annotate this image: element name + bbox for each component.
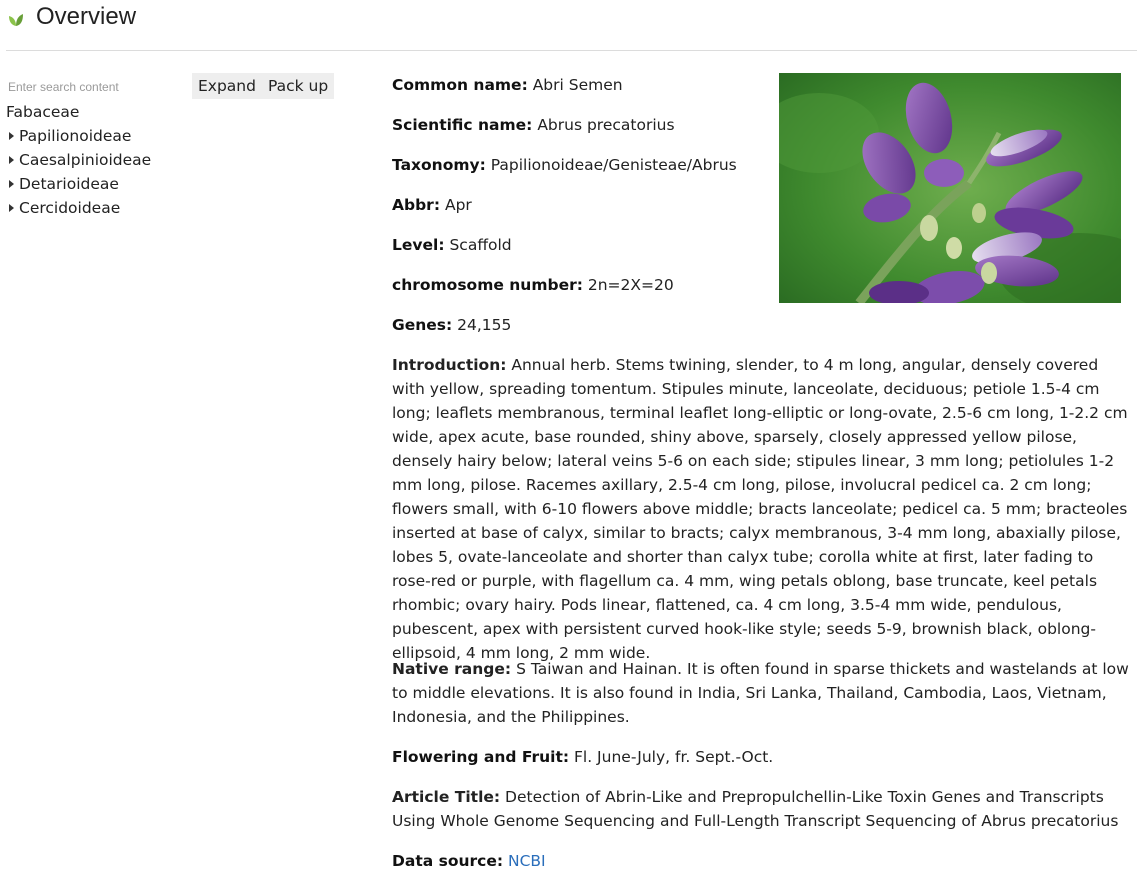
tree-item-label: Detarioideae: [19, 175, 119, 193]
expand-button[interactable]: Expand: [198, 73, 256, 99]
caret-right-icon: [9, 180, 14, 188]
tree-item-caesalpinioideae[interactable]: Caesalpinioideae: [6, 148, 186, 172]
taxonomy-tree: Fabaceae Papilionoideae Caesalpinioideae…: [6, 100, 186, 220]
scientific-name-value: Abrus precatorius: [537, 116, 675, 134]
field-label: chromosome number:: [392, 276, 583, 294]
tree-item-label: Papilionoideae: [19, 127, 132, 145]
genes-value: 24,155: [457, 316, 512, 334]
species-photo: [779, 73, 1121, 303]
introduction-text: Annual herb. Stems twining, slender, to …: [392, 356, 1128, 662]
field-label: Abbr:: [392, 196, 441, 214]
field-label: Flowering and Fruit:: [392, 748, 570, 766]
abbr-value: Apr: [444, 196, 472, 214]
field-label: Level:: [392, 236, 445, 254]
taxonomy-value: Papilionoideae/Genisteae/Abrus: [490, 156, 737, 174]
tree-item-detarioideae[interactable]: Detarioideae: [6, 172, 186, 196]
field-label: Native range:: [392, 660, 512, 678]
flowering-row: Flowering and Fruit: Fl. June-July, fr. …: [392, 745, 773, 769]
field-label: Introduction:: [392, 356, 507, 374]
leaf-icon: [9, 14, 23, 26]
article-title-text: Detection of Abrin-Like and Prepropulche…: [392, 788, 1119, 830]
chromosome-row: chromosome number: 2n=2X=20: [392, 273, 674, 297]
flowering-value: Fl. June-July, fr. Sept.-Oct.: [573, 748, 774, 766]
field-label: Article Title:: [392, 788, 501, 806]
abbr-row: Abbr: Apr: [392, 193, 472, 217]
tree-item-label: Cercidoideae: [19, 199, 121, 217]
flower-image: [779, 73, 1121, 303]
caret-right-icon: [9, 204, 14, 212]
scientific-name-row: Scientific name: Abrus precatorius: [392, 113, 675, 137]
introduction-paragraph: Introduction: Annual herb. Stems twining…: [392, 353, 1135, 665]
header-divider: [6, 50, 1137, 51]
pack-up-button[interactable]: Pack up: [268, 73, 328, 99]
page-title: Overview: [36, 3, 137, 30]
level-value: Scaffold: [449, 236, 512, 254]
caret-right-icon: [9, 132, 14, 140]
tree-root-fabaceae[interactable]: Fabaceae: [6, 100, 186, 124]
caret-right-icon: [9, 156, 14, 164]
field-label: Taxonomy:: [392, 156, 486, 174]
tree-item-papilionoideae[interactable]: Papilionoideae: [6, 124, 186, 148]
article-title-paragraph: Article Title: Detection of Abrin-Like a…: [392, 785, 1135, 833]
page-header: Overview: [0, 0, 1137, 50]
chromosome-value: 2n=2X=20: [587, 276, 674, 294]
tree-item-label: Caesalpinioideae: [19, 151, 152, 169]
field-label: Common name:: [392, 76, 528, 94]
data-source-row: Data source: NCBI: [392, 849, 546, 873]
genes-row: Genes: 24,155: [392, 313, 511, 337]
common-name-row: Common name: Abri Semen: [392, 73, 623, 97]
common-name-value: Abri Semen: [532, 76, 623, 94]
native-range-paragraph: Native range: S Taiwan and Hainan. It is…: [392, 657, 1135, 729]
taxonomy-row: Taxonomy: Papilionoideae/Genisteae/Abrus: [392, 153, 737, 177]
tree-toolbar: Expand Pack up: [192, 73, 335, 99]
field-label: Genes:: [392, 316, 453, 334]
search-input[interactable]: [6, 78, 176, 96]
level-row: Level: Scaffold: [392, 233, 512, 257]
field-label: Data source:: [392, 852, 504, 870]
field-label: Scientific name:: [392, 116, 533, 134]
ncbi-link[interactable]: NCBI: [508, 852, 546, 870]
tree-item-cercidoideae[interactable]: Cercidoideae: [6, 196, 186, 220]
